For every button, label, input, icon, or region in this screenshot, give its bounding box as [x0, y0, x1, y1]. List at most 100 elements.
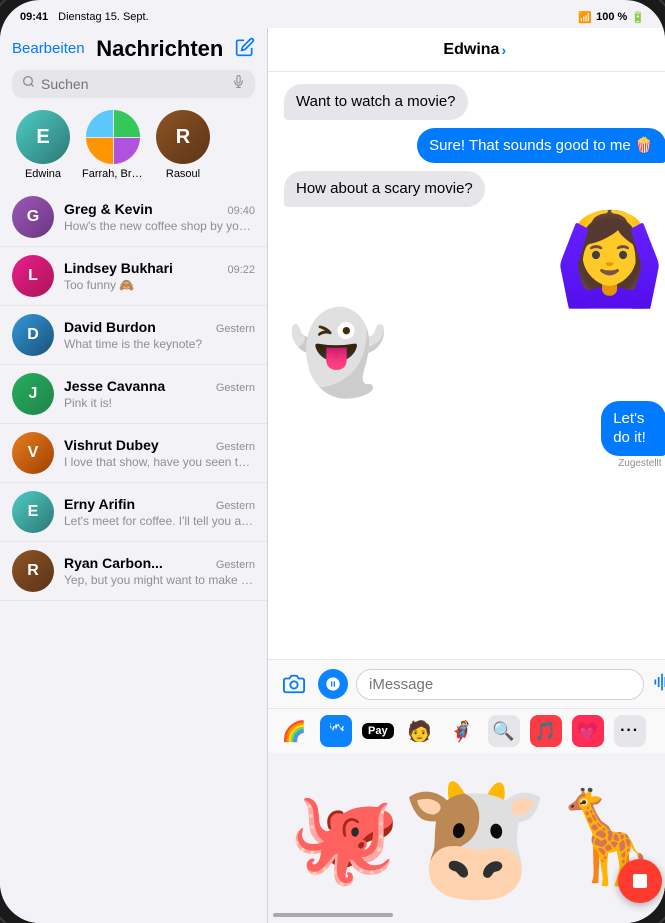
avatar-farrah-group: [86, 110, 140, 164]
avatar-ryan: R: [12, 550, 54, 592]
msg-preview: Yep, but you might want to make it a sur…: [64, 573, 255, 587]
message-bubble: Want to watch a movie?: [284, 84, 468, 120]
list-item[interactable]: J Jesse Cavanna Gestern Pink it is!: [0, 365, 267, 424]
search-strip-icon[interactable]: 🔍: [488, 715, 520, 747]
msg-preview: I love that show, have you seen the late…: [64, 455, 255, 469]
list-item[interactable]: D David Burdon Gestern What time is the …: [0, 306, 267, 365]
msg-preview: How's the new coffee shop by you guys?: [64, 219, 255, 233]
msg-time: Gestern: [216, 559, 255, 571]
wifi-icon: 📶: [578, 11, 592, 24]
ipad-frame: 09:41 Dienstag 15. Sept. 📶 100 % 🔋 Bearb…: [0, 0, 665, 923]
chat-panel: Edwina › Want to watch a movie? Sure! Th…: [268, 28, 665, 923]
msg-name: Ryan Carbon...: [64, 555, 163, 571]
memoji-panel: 🐙 🐮 🦒: [268, 753, 665, 923]
msg-preview: Pink it is!: [64, 396, 255, 410]
edit-button[interactable]: Bearbeiten: [12, 40, 85, 57]
pinned-contact-farrah[interactable]: Farrah, Brya...: [82, 110, 144, 180]
waveform-button[interactable]: [652, 672, 665, 697]
record-button[interactable]: [618, 859, 662, 903]
memoji-sticker-row: 🙆‍♀️: [284, 215, 665, 305]
msg-time: Gestern: [216, 500, 255, 512]
pinned-name-farrah: Farrah, Brya...: [82, 168, 144, 180]
memoji1-strip-icon[interactable]: 🧑: [404, 715, 436, 747]
msg-content-ryan: Ryan Carbon... Gestern Yep, but you migh…: [64, 555, 255, 587]
message-text: Let's do it!: [613, 410, 646, 447]
pinned-contacts: E Edwina Farrah, Brya...: [0, 106, 267, 188]
msg-preview: Too funny 🙈: [64, 278, 255, 292]
status-time: 09:41: [20, 11, 48, 23]
applepay-strip-icon[interactable]: Pay: [362, 723, 394, 739]
camera-button[interactable]: [278, 668, 310, 700]
status-icons: 📶 100 % 🔋: [578, 11, 645, 24]
ghost-sticker-row: 👻: [284, 313, 665, 393]
avatar-jesse: J: [12, 373, 54, 415]
msg-content-david: David Burdon Gestern What time is the ke…: [64, 319, 255, 351]
avatar-greg: G: [12, 196, 54, 238]
msg-preview: What time is the keynote?: [64, 337, 255, 351]
chat-header: Edwina ›: [268, 28, 665, 72]
ghost-sticker: 👻: [288, 313, 388, 393]
list-item[interactable]: V Vishrut Dubey Gestern I love that show…: [0, 424, 267, 483]
pinned-name-rasoul: Rasoul: [166, 168, 200, 180]
msg-time: 09:22: [227, 264, 255, 276]
memoji2-strip-icon[interactable]: 🦸: [446, 715, 478, 747]
appstore-button[interactable]: [318, 669, 348, 699]
avatar-lindsey: L: [12, 255, 54, 297]
msg-name: David Burdon: [64, 319, 156, 335]
message-row: Sure! That sounds good to me 🍿: [284, 128, 665, 164]
message-row: Want to watch a movie?: [284, 84, 665, 120]
chat-messages: Want to watch a movie? Sure! That sounds…: [268, 72, 665, 659]
mic-icon[interactable]: [232, 75, 245, 93]
msg-name: Vishrut Dubey: [64, 437, 159, 453]
msg-name: Erny Arifin: [64, 496, 135, 512]
more-strip-icon[interactable]: ···: [614, 715, 646, 747]
appstore-strip-icon[interactable]: [320, 715, 352, 747]
message-text: Want to watch a movie?: [296, 93, 456, 110]
message-row: Let's do it!: [574, 401, 665, 456]
message-text: Sure! That sounds good to me 🍿: [429, 137, 653, 154]
msg-time: Gestern: [216, 441, 255, 453]
battery-icon: 🔋: [631, 11, 645, 24]
pinned-contact-rasoul[interactable]: R Rasoul: [152, 110, 214, 180]
lets-do-it-group: Let's do it! Zugestellt: [284, 401, 665, 469]
list-item[interactable]: G Greg & Kevin 09:40 How's the new coffe…: [0, 188, 267, 247]
app-container: Bearbeiten Nachrichten: [0, 28, 665, 923]
cow-memoji[interactable]: 🐮: [400, 778, 549, 898]
search-input[interactable]: [41, 76, 226, 92]
msg-name: Greg & Kevin: [64, 201, 153, 217]
status-bar: 09:41 Dienstag 15. Sept. 📶 100 % 🔋: [0, 0, 665, 28]
search-bar: [12, 70, 255, 98]
msg-time: Gestern: [216, 382, 255, 394]
input-bar: [268, 659, 665, 708]
msg-name: Jesse Cavanna: [64, 378, 165, 394]
sidebar-actions-right: [235, 37, 255, 62]
health-strip-icon[interactable]: 💗: [572, 715, 604, 747]
avatar-david: D: [12, 314, 54, 356]
msg-preview: Let's meet for coffee. I'll tell you all…: [64, 514, 255, 528]
chevron-right-icon: ›: [501, 42, 506, 58]
compose-button[interactable]: [235, 37, 255, 62]
pinned-name-edwina: Edwina: [25, 168, 61, 180]
battery-label: 100 %: [596, 11, 627, 23]
octopus-memoji[interactable]: 🐙: [288, 793, 400, 883]
music-strip-icon[interactable]: 🎵: [530, 715, 562, 747]
avatar-rasoul: R: [156, 110, 210, 164]
record-icon: [633, 874, 647, 888]
sidebar-title: Nachrichten: [96, 36, 223, 62]
message-row: How about a scary movie?: [284, 171, 665, 207]
msg-content-erny: Erny Arifin Gestern Let's meet for coffe…: [64, 496, 255, 528]
chat-title[interactable]: Edwina ›: [443, 41, 506, 59]
message-bubble: How about a scary movie?: [284, 171, 485, 207]
list-item[interactable]: E Erny Arifin Gestern Let's meet for cof…: [0, 483, 267, 542]
sidebar-header: Bearbeiten Nachrichten: [0, 28, 267, 66]
memoji-sticker: 🙆‍♀️: [553, 215, 665, 305]
photos-strip-icon[interactable]: 🌈: [278, 715, 310, 747]
pinned-contact-edwina[interactable]: E Edwina: [12, 110, 74, 180]
imessage-input[interactable]: [356, 669, 644, 700]
app-strip: 🌈 Pay 🧑 🦸 🔍 🎵 💗 ···: [268, 708, 665, 753]
avatar-vishrut: V: [12, 432, 54, 474]
list-item[interactable]: L Lindsey Bukhari 09:22 Too funny 🙈: [0, 247, 267, 306]
list-item[interactable]: R Ryan Carbon... Gestern Yep, but you mi…: [0, 542, 267, 601]
msg-time: 09:40: [227, 205, 255, 217]
msg-name: Lindsey Bukhari: [64, 260, 173, 276]
